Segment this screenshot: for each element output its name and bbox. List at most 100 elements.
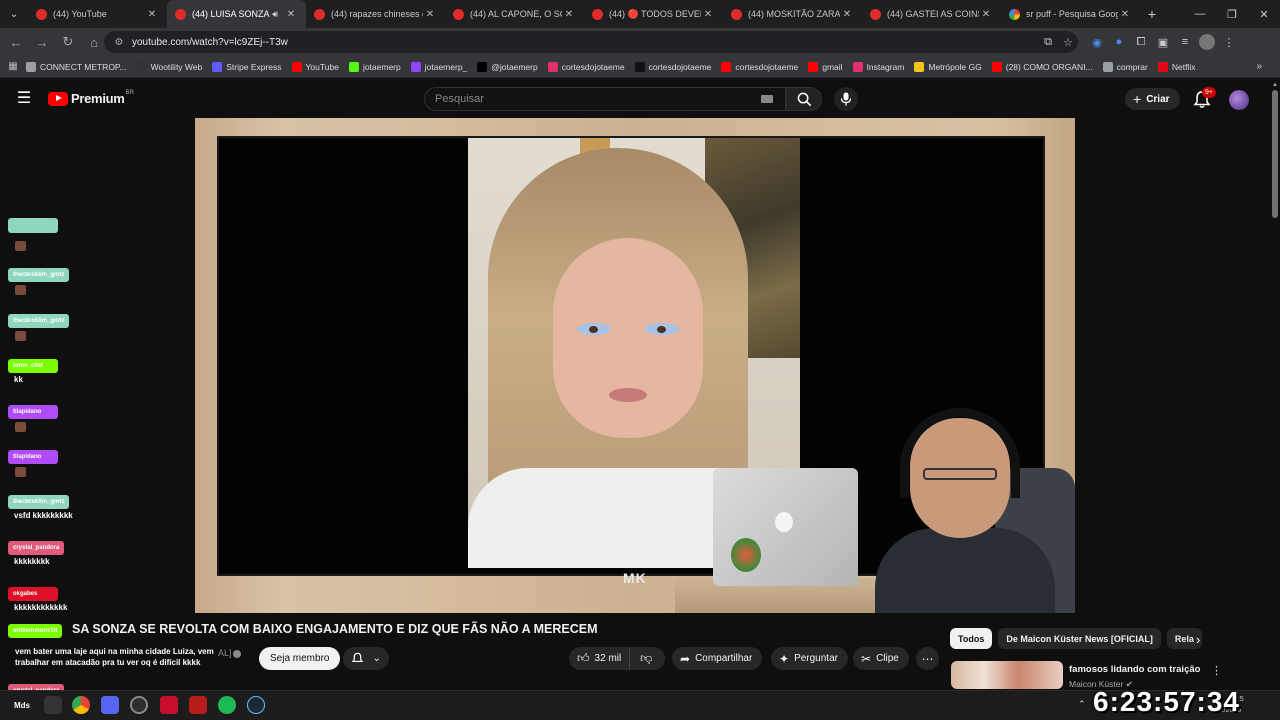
bookmark-item[interactable]: Stripe Express (212, 61, 282, 72)
scissors-icon: ✂ (861, 651, 872, 666)
bookmark-item[interactable]: @jotaemerp (477, 61, 538, 72)
page-scrollbar[interactable] (1270, 80, 1280, 690)
browser-tab[interactable]: (44) YouTube ✕ (28, 0, 167, 28)
youtube-premium-logo[interactable]: Premium BR (48, 90, 134, 106)
tab-close-icon[interactable]: ✕ (701, 9, 715, 20)
sidepanel-icon[interactable]: ▣ (1152, 32, 1174, 52)
tab-close-icon[interactable]: ✕ (562, 9, 576, 20)
share-button[interactable]: ➦ Compartilhar (672, 647, 763, 670)
join-membership-button[interactable]: Seja membro (259, 647, 341, 670)
like-button[interactable]: 👍︎ 32 mil (569, 647, 631, 670)
bookmark-item[interactable]: jotaemerp_ (410, 61, 467, 72)
tab-close-icon[interactable]: ✕ (284, 9, 298, 20)
url-text[interactable]: youtube.com/watch?v=lc9ZEj--T3w (132, 37, 1038, 48)
chat-message-row (8, 218, 58, 251)
home-icon[interactable]: ⌂ (82, 30, 106, 54)
extensions-puzzle-icon[interactable]: ⧠ (1130, 32, 1152, 52)
recommended-video-title[interactable]: famosos lidando com traição (1069, 664, 1200, 675)
tab-search-icon[interactable]: ⌄ (0, 0, 28, 28)
bookmark-label: @jotaemerp (491, 61, 538, 72)
bookmark-item[interactable]: YouTube (291, 61, 339, 72)
site-info-icon[interactable]: ⚙ (110, 37, 128, 48)
voice-search-button[interactable] (834, 87, 858, 111)
profile-avatar[interactable] (1199, 34, 1215, 50)
extension-icon[interactable]: ◉ (1086, 32, 1108, 52)
minimize-icon[interactable]: — (1184, 0, 1216, 28)
bookmark-item[interactable]: CONNECT METROP... (26, 61, 127, 72)
tab-close-icon[interactable]: ✕ (423, 9, 437, 20)
tab-audio-icon[interactable]: 🔊︎ (272, 9, 278, 20)
tab-close-icon[interactable]: ✕ (145, 9, 159, 20)
bookmark-item[interactable]: cortesdojotaeme (547, 61, 625, 72)
kebab-menu-icon[interactable]: ⋮ (1211, 664, 1222, 677)
subscription-bell-button[interactable]: ⌄ (343, 647, 389, 670)
bookmark-item[interactable]: cortesdojotaeme (634, 61, 711, 72)
scrollbar-thumb[interactable] (1272, 90, 1278, 218)
video-player[interactable]: MK (195, 118, 1075, 613)
search-button[interactable] (786, 87, 822, 111)
back-icon[interactable]: ← (4, 30, 28, 54)
bookmark-item[interactable]: Wootility Web (136, 61, 202, 72)
hamburger-menu-icon[interactable]: ☰ (14, 90, 34, 108)
browser-tab[interactable]: sr puff - Pesquisa Google ✕ (1001, 0, 1140, 28)
browser-tab[interactable]: (44) GASTEI AS COINS DO✕ (862, 0, 1001, 28)
spotify-icon[interactable] (218, 696, 236, 714)
browser-tab[interactable]: (44) 🔴 TODOS DEVEM R✕ (584, 0, 723, 28)
bookmarks-overflow-icon[interactable]: » (1256, 61, 1262, 72)
filter-chip[interactable]: De Maicon Küster News [OFICIAL] (998, 628, 1161, 649)
discord-icon[interactable] (101, 696, 119, 714)
user-avatar[interactable] (1229, 90, 1249, 110)
tab-close-icon[interactable]: ✕ (1118, 9, 1132, 20)
bookmark-item[interactable]: comprar (1102, 61, 1148, 72)
chrome-icon[interactable] (72, 696, 90, 714)
tab-close-icon[interactable]: ✕ (979, 9, 993, 20)
bookmark-favicon-icon (136, 61, 147, 72)
create-button[interactable]: + Criar (1125, 88, 1180, 110)
reload-icon[interactable]: ↻ (56, 30, 80, 54)
tab-close-icon[interactable]: ✕ (840, 9, 854, 20)
address-bar[interactable]: ⚙ youtube.com/watch?v=lc9ZEj--T3w ⧉ ☆ (104, 31, 1078, 53)
file-explorer-icon[interactable] (44, 696, 62, 714)
steam-icon[interactable] (247, 696, 265, 714)
chevron-right-icon[interactable]: › (1196, 632, 1200, 647)
more-actions-button[interactable]: ⋯ (916, 647, 939, 670)
restore-icon[interactable]: ❐ (1216, 0, 1248, 28)
app-red-icon[interactable] (189, 696, 207, 714)
video-thumbnail[interactable] (951, 661, 1063, 689)
tray-overflow-icon[interactable]: ⌃ (1078, 699, 1086, 710)
keyboard-icon[interactable] (761, 95, 773, 103)
apps-grid-icon[interactable]: ▦ (0, 61, 26, 72)
new-tab-button[interactable]: + (1140, 6, 1164, 22)
bookmark-item[interactable]: Netflix (1157, 61, 1195, 72)
bookmark-item[interactable]: gmail (808, 61, 843, 72)
bookmark-item[interactable]: jotaemerp (348, 61, 401, 72)
bookmark-star-icon[interactable]: ☆ (1058, 36, 1078, 49)
dislike-button[interactable]: 👎︎ (630, 651, 662, 666)
browser-tab[interactable]: (44) MOSKITÃO ZARALHA✕ (723, 0, 862, 28)
bookmark-item[interactable]: (28) COMO ORGANI... (991, 61, 1093, 72)
extension-icon[interactable]: ● (1108, 32, 1130, 52)
scroll-up-icon[interactable]: ▲ (1272, 82, 1278, 88)
close-window-icon[interactable]: ✕ (1248, 0, 1280, 28)
youtube-icon (592, 8, 603, 20)
bookmark-item[interactable]: Instagram (852, 61, 904, 72)
browser-tab[interactable]: (44) rapazes chineses cob✕ (306, 0, 445, 28)
bookmark-item[interactable]: Metrópole GG (914, 61, 982, 72)
video-title-row: SA SONZA SE REVOLTA COM BAIXO ENGAJAMENT… (0, 620, 940, 642)
forward-icon[interactable]: → (30, 30, 54, 54)
filter-chip[interactable]: Todos (950, 628, 993, 649)
bookmark-label: Metrópole GG (928, 61, 982, 72)
browser-tab[interactable]: (44) LUISA SONZA SE🔊︎ ✕ (167, 0, 306, 28)
channel-name-fragment[interactable]: AL] (218, 648, 232, 658)
clip-button[interactable]: ✂ Clipe (853, 647, 909, 670)
ask-button[interactable]: ✦ Perguntar (771, 647, 848, 670)
browser-tab[interactable]: (44) AL CAPONE, O SCAR✕ (445, 0, 584, 28)
browser-menu-icon[interactable]: ⋮ (1218, 32, 1240, 52)
media-control-icon[interactable]: ≡ (1174, 32, 1196, 52)
install-app-icon[interactable]: ⧉ (1038, 36, 1058, 49)
obs-icon[interactable] (130, 696, 148, 714)
bookmark-favicon-icon (721, 61, 732, 72)
search-input[interactable] (435, 93, 755, 105)
bookmark-item[interactable]: cortesdojotaeme (721, 61, 798, 72)
app-red-a-icon[interactable] (160, 696, 178, 714)
